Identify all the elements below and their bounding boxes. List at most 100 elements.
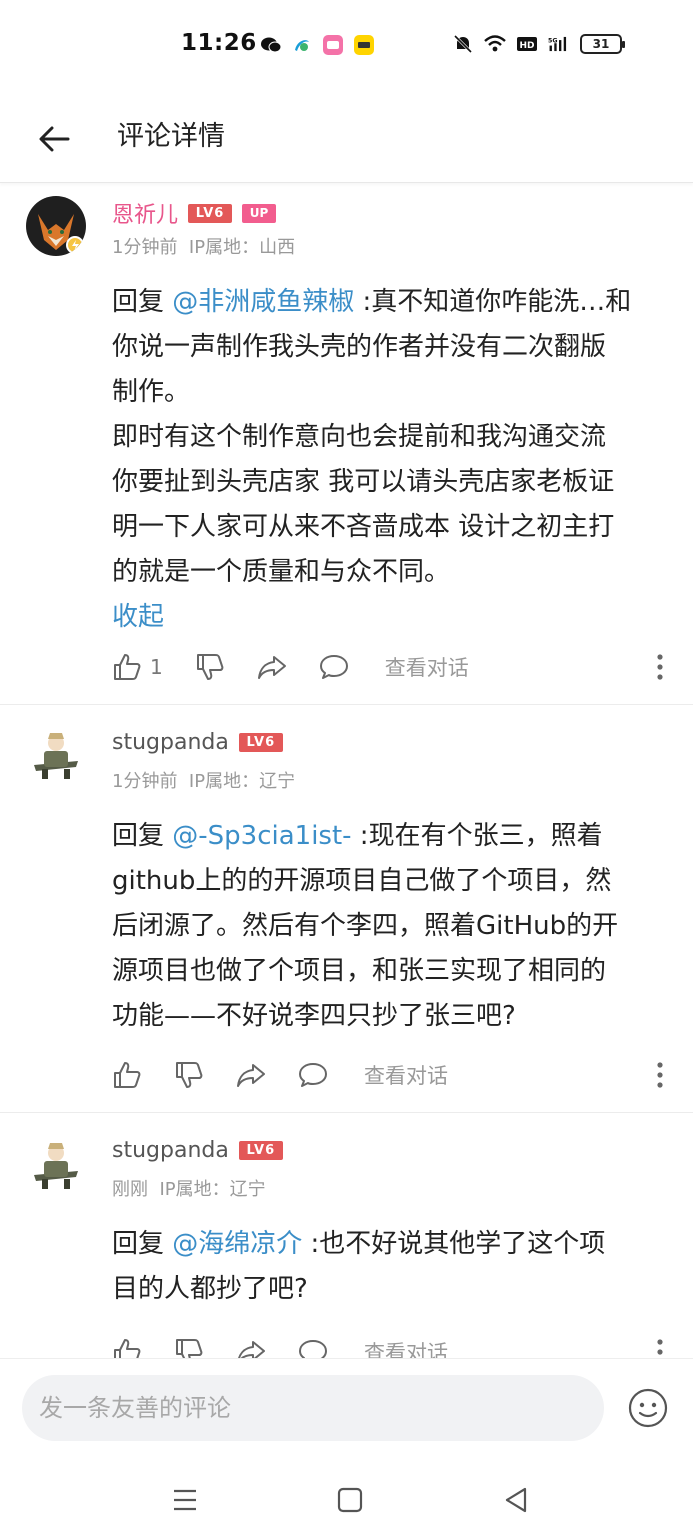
share-button[interactable] [236,1060,266,1090]
comment-bubble-icon [319,655,348,679]
mention-link[interactable]: @非洲咸鱼辣椒 [172,287,354,317]
reply-prefix: 回复 [112,821,173,851]
thumbs-down-icon [196,654,224,680]
content-line: 你要扯到头壳店家 我可以请头壳店家老板证 [112,467,615,497]
content-line-text: :真不知道你咋能洗…和 [354,287,632,317]
like-count: 1 [150,655,163,679]
comment-item: stugpanda LV6 1分钟前 IP属地：辽宁 回复 @-Sp3cia1i… [0,705,693,1113]
comment-item: 恩祈儿 LV6 UP 1分钟前 IP属地：山西 回复 @非洲咸鱼辣椒 :真不知道… [0,183,693,705]
thumbs-up-icon [114,1062,141,1088]
menu-icon[interactable] [168,1483,202,1517]
share-icon [238,1341,265,1358]
avatar[interactable] [26,725,86,785]
action-bar: 查看对话 [112,1335,672,1358]
name-row: 恩祈儿 LV6 UP [112,197,277,229]
mention-link[interactable]: @-Sp3cia1ist- [172,821,351,851]
ip-location: IP属地：辽宁 [188,771,296,792]
content-line-text: :现在有个张三，照着 [351,821,603,851]
reply-prefix: 回复 [112,1229,173,1259]
content-line: 回复 @海绵凉介 :也不好说其他学了这个项 [112,1222,672,1267]
signal-5g-icon: 5G [548,36,567,52]
content-line-text: :也不好说其他学了这个项 [302,1229,606,1259]
ip-location: IP属地：辽宁 [159,1179,266,1200]
ip-location: IP属地：山西 [188,237,296,258]
wifi-icon [484,35,506,52]
comment-bubble-icon [299,1063,327,1087]
comment-meta: 1分钟前 IP属地：山西 [112,233,295,259]
content-line: 制作。 [112,377,191,407]
thumbs-down-icon [176,1062,203,1088]
username[interactable]: stugpanda [112,1138,229,1163]
share-icon [237,1064,265,1087]
reply-button[interactable] [298,1060,328,1090]
avatar[interactable] [26,1135,86,1195]
system-nav-bar [0,1458,693,1540]
content-line: 回复 @非洲咸鱼辣椒 :真不知道你咋能洗…和 [112,280,672,325]
bilibili-app-icon [323,35,343,55]
up-badge: UP [242,203,277,223]
like-button[interactable] [112,1337,142,1358]
reply-button[interactable] [319,652,349,682]
comment-meta: 1分钟前 IP属地：辽宁 [112,767,295,793]
title-bar: 评论详情 [0,95,693,183]
content-line: 功能——不好说李四只抄了张三吧? [112,1001,516,1031]
share-button[interactable] [236,1337,266,1358]
mute-icon [453,34,473,54]
home-icon[interactable] [333,1483,367,1517]
battery-icon: 31 [580,34,625,54]
like-button[interactable] [112,1060,142,1090]
reply-button[interactable] [298,1337,328,1358]
username[interactable]: stugpanda [112,730,229,755]
view-conversation-link[interactable]: 查看对话 [364,1060,448,1090]
back-arrow-icon[interactable] [34,119,74,159]
comment-input[interactable] [22,1375,604,1441]
content-line: 即时有这个制作意向也会提前和我沟通交流 [112,422,607,452]
name-row: stugpanda LV6 [112,1138,283,1163]
share-button[interactable] [257,652,287,682]
action-bar: 查看对话 [112,1058,672,1092]
more-vertical-icon[interactable] [656,652,664,682]
view-conversation-link[interactable]: 查看对话 [385,652,469,682]
system-icons: HD 5G 31 [452,33,625,55]
comment-input-bar [0,1358,693,1458]
mention-link[interactable]: @海绵凉介 [172,1229,302,1259]
comment-time: 1分钟前 [112,237,178,258]
status-time: 11:26 [181,30,257,56]
username[interactable]: 恩祈儿 [112,197,178,229]
view-conversation-link[interactable]: 查看对话 [364,1337,448,1358]
thumbs-down-icon [176,1339,203,1358]
avatar[interactable] [26,196,86,256]
battery-level: 31 [592,37,610,51]
level-badge: LV6 [238,733,283,752]
level-badge: LV6 [238,1141,283,1160]
notification-icons [260,34,375,56]
thumbs-up-icon [114,1339,141,1358]
more-vertical-icon[interactable] [656,1060,664,1090]
emoji-icon[interactable] [627,1387,669,1429]
action-bar: 1 查看对话 [112,650,672,684]
comment-time: 刚刚 [112,1179,148,1200]
hd-icon: HD [517,37,537,51]
comment-bubble-icon [299,1340,327,1358]
comment-meta: 刚刚 IP属地：辽宁 [112,1175,266,1201]
content-line: 回复 @-Sp3cia1ist- :现在有个张三，照着 [112,814,672,859]
dislike-button[interactable] [195,652,225,682]
share-icon [257,656,286,679]
status-bar: 11:26 HD 5G 31 [0,0,693,95]
collapse-link[interactable]: 收起 [112,595,672,640]
back-triangle-icon[interactable] [499,1483,533,1517]
content-line: 源项目也做了个项目，和张三实现了相同的 [112,956,607,986]
china-mobile-icon [295,40,309,51]
dislike-button[interactable] [174,1060,204,1090]
more-vertical-icon[interactable] [656,1337,664,1358]
reply-prefix: 回复 [112,287,173,317]
comment-content: 回复 @非洲咸鱼辣椒 :真不知道你咋能洗…和 你说一声制作我头壳的作者并没有二次… [112,280,672,640]
comment-item: stugpanda LV6 刚刚 IP属地：辽宁 回复 @海绵凉介 :也不好说其… [0,1113,693,1358]
content-line: 的就是一个质量和与众不同。 [112,557,451,587]
dislike-button[interactable] [174,1337,204,1358]
page-title: 评论详情 [117,121,225,152]
svg-text:HD: HD [519,41,534,51]
thumbs-up-icon [114,654,141,680]
content-line: github上的的开源项目自己做了个项目，然 [112,866,612,896]
like-button[interactable]: 1 [112,652,163,682]
